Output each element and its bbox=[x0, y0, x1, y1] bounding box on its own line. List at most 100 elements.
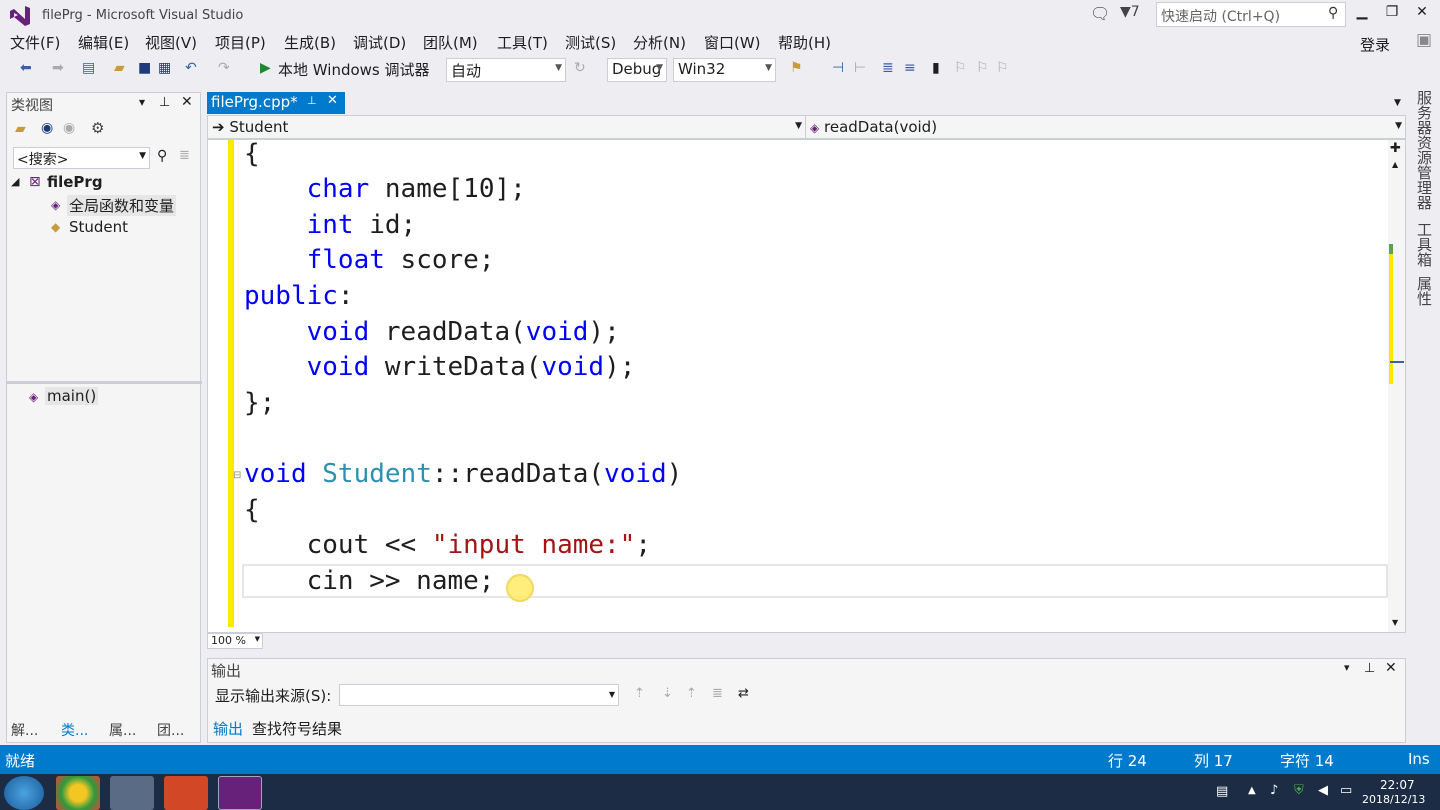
scroll-up-icon[interactable]: ▲ bbox=[1392, 160, 1398, 169]
menu-build[interactable]: 生成(B) bbox=[284, 32, 336, 53]
menu-project[interactable]: 项目(P) bbox=[215, 32, 266, 53]
platform-select[interactable]: Win32 ▼ bbox=[673, 58, 776, 82]
member-dropdown[interactable]: ◈ readData(void) ▼ bbox=[806, 116, 1405, 138]
quick-launch-input[interactable]: 快速启动 (Ctrl+Q) bbox=[1156, 2, 1346, 27]
back-icon[interactable]: ◉ bbox=[41, 120, 53, 136]
tab-team-explorer[interactable]: 团... bbox=[157, 720, 184, 740]
search-options-icon[interactable]: ≣ bbox=[179, 148, 190, 163]
notification-bell-icon[interactable]: ♪ bbox=[1270, 783, 1278, 798]
code-editor[interactable]: ⊟ { char name[10]; int id; float score; … bbox=[207, 139, 1406, 633]
close-window-button[interactable]: ✕ bbox=[1410, 4, 1434, 20]
pin-icon[interactable]: ⊥ bbox=[1364, 661, 1375, 676]
next-bookmark-icon[interactable]: ⚐ bbox=[976, 60, 989, 76]
member-main[interactable]: main() bbox=[45, 387, 99, 405]
search-icon[interactable]: ⚲ bbox=[1328, 5, 1338, 21]
start-button-icon[interactable] bbox=[4, 776, 44, 810]
clock-time[interactable]: 22:07 bbox=[1380, 778, 1415, 792]
save-all-icon[interactable]: ▦ bbox=[158, 60, 171, 76]
navigate-forward-icon[interactable]: ➡ bbox=[52, 60, 64, 76]
new-folder-icon[interactable]: ▰ bbox=[15, 121, 26, 137]
menu-window[interactable]: 窗口(W) bbox=[704, 32, 761, 53]
tab-class-view[interactable]: 类... bbox=[61, 720, 88, 740]
menu-analyze[interactable]: 分析(N) bbox=[633, 32, 686, 53]
new-project-icon[interactable]: ▤ bbox=[82, 60, 95, 76]
close-tab-icon[interactable]: ✕ bbox=[327, 93, 338, 108]
feedback-filter-icon[interactable]: ▼7 bbox=[1120, 4, 1140, 20]
find-in-files-icon[interactable]: ⚑ bbox=[790, 60, 803, 76]
zoom-select[interactable]: 100 % ▼ bbox=[207, 633, 263, 649]
word-wrap-icon[interactable]: ⇄ bbox=[738, 686, 749, 701]
menu-debug[interactable]: 调试(D) bbox=[353, 32, 406, 53]
start-debugging-icon[interactable]: ▶ bbox=[260, 60, 271, 76]
network-icon[interactable]: ▭ bbox=[1340, 783, 1352, 798]
open-file-icon[interactable]: ▰ bbox=[114, 60, 125, 76]
tab-property-manager[interactable]: 属... bbox=[109, 720, 136, 740]
tab-properties[interactable]: 属性 bbox=[1414, 276, 1435, 306]
tab-find-symbol-results[interactable]: 查找符号结果 bbox=[252, 718, 342, 739]
prev-bookmark-icon[interactable]: ⚐ bbox=[954, 60, 967, 76]
goto-last-icon[interactable]: ⇡ bbox=[686, 686, 697, 701]
step-icon[interactable]: ⊣ bbox=[832, 60, 844, 76]
clear-bookmarks-icon[interactable]: ⚐ bbox=[996, 60, 1009, 76]
login-link[interactable]: 登录 bbox=[1360, 34, 1390, 55]
taskbar-powerpoint-icon[interactable] bbox=[164, 776, 208, 810]
solution-config-select[interactable]: Debug ▼ bbox=[607, 58, 667, 82]
class-view-search-input[interactable]: <搜索> ▼ bbox=[13, 147, 150, 169]
menu-edit[interactable]: 编辑(E) bbox=[78, 32, 129, 53]
pin-tab-icon[interactable]: ⊥ bbox=[307, 94, 317, 107]
undo-icon[interactable]: ↶ bbox=[185, 60, 197, 76]
taskbar-app-icon[interactable] bbox=[56, 776, 100, 810]
tab-solution-explorer[interactable]: 解... bbox=[11, 720, 38, 740]
collapse-icon[interactable]: ⊟ bbox=[233, 470, 241, 481]
redo-icon[interactable]: ↷ bbox=[218, 60, 230, 76]
tab-fileprg-cpp[interactable]: filePrg.cpp* ⊥ ✕ bbox=[207, 92, 345, 114]
tab-list-dropdown-icon[interactable]: ▼ bbox=[1394, 98, 1401, 108]
goto-prev-icon[interactable]: ⇡ bbox=[634, 686, 645, 701]
menu-team[interactable]: 团队(M) bbox=[423, 32, 478, 53]
navigate-back-icon[interactable]: ⬅ bbox=[20, 60, 32, 76]
menu-view[interactable]: 视图(V) bbox=[145, 32, 197, 53]
class-scope-dropdown[interactable]: ➔ Student ▼ bbox=[208, 116, 806, 138]
start-debugger-button[interactable]: 本地 Windows 调试器 bbox=[278, 59, 430, 80]
panel-splitter[interactable] bbox=[7, 381, 202, 384]
close-panel-icon[interactable]: ✕ bbox=[181, 94, 193, 110]
security-shield-icon[interactable]: ⛨ bbox=[1294, 783, 1304, 798]
expand-arrow-icon[interactable]: ◢ bbox=[11, 175, 19, 188]
tab-server-explorer[interactable]: 服务器资源管理器 bbox=[1414, 90, 1435, 210]
tree-project-filePrg[interactable]: filePrg bbox=[47, 173, 103, 191]
split-window-icon[interactable]: ✚ bbox=[1390, 141, 1401, 156]
forward-icon[interactable]: ◉ bbox=[63, 120, 75, 136]
clock-date[interactable]: 2018/12/13 bbox=[1362, 793, 1425, 806]
output-source-select[interactable]: ▼ bbox=[339, 684, 619, 706]
taskbar-visual-studio-icon[interactable] bbox=[218, 776, 262, 810]
show-hidden-icons-icon[interactable]: ▲ bbox=[1248, 785, 1256, 796]
step-over-icon[interactable]: ⊢ bbox=[854, 60, 866, 76]
scroll-down-icon[interactable]: ▼ bbox=[1392, 618, 1398, 627]
indent-icon[interactable]: ≡ bbox=[904, 60, 916, 76]
goto-next-icon[interactable]: ⇣ bbox=[662, 686, 673, 701]
menu-tools[interactable]: 工具(T) bbox=[497, 32, 548, 53]
panel-dropdown-icon[interactable]: ▾ bbox=[1344, 661, 1350, 674]
close-panel-icon[interactable]: ✕ bbox=[1385, 660, 1397, 676]
volume-icon[interactable]: ◀ bbox=[1318, 783, 1328, 798]
search-icon[interactable]: ⚲ bbox=[157, 148, 167, 164]
keyboard-icon[interactable]: ▤ bbox=[1216, 784, 1228, 799]
refresh-icon[interactable]: ↻ bbox=[574, 60, 586, 76]
menu-test[interactable]: 测试(S) bbox=[565, 32, 616, 53]
restore-button[interactable]: ❐ bbox=[1380, 4, 1404, 20]
panel-dropdown-icon[interactable]: ▾ bbox=[139, 95, 145, 109]
settings-gear-icon[interactable]: ⚙ bbox=[91, 119, 104, 137]
menu-file[interactable]: 文件(F) bbox=[10, 32, 60, 53]
account-icon[interactable]: ▣ bbox=[1416, 30, 1432, 50]
tree-global-functions[interactable]: 全局函数和变量 bbox=[67, 195, 177, 216]
vertical-scrollbar[interactable]: ✚ ▲ ▼ bbox=[1388, 140, 1405, 632]
tab-toolbox[interactable]: 工具箱 bbox=[1414, 222, 1435, 267]
tree-class-student[interactable]: Student bbox=[69, 218, 128, 236]
bookmark-icon[interactable]: ▮ bbox=[932, 60, 940, 76]
pin-icon[interactable]: ⊥ bbox=[159, 95, 170, 110]
save-icon[interactable]: ■ bbox=[138, 60, 151, 76]
taskbar-recorder-icon[interactable] bbox=[110, 776, 154, 810]
clear-all-icon[interactable]: ≣ bbox=[712, 686, 723, 701]
solution-config-auto-select[interactable]: 自动 ▼ bbox=[446, 58, 566, 82]
outdent-icon[interactable]: ≣ bbox=[882, 60, 894, 76]
